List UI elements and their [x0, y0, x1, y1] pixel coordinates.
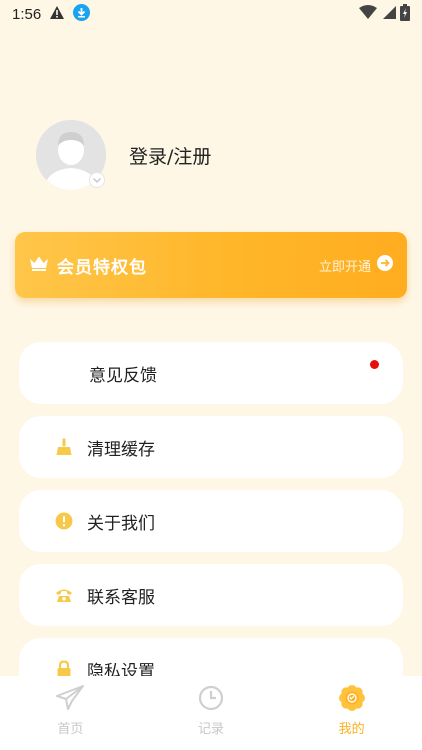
menu-item-contact-support[interactable]: 联系客服 — [19, 564, 403, 626]
download-icon — [73, 3, 91, 25]
vip-activate-label: 立即开通 — [318, 259, 371, 275]
crown-icon — [29, 255, 49, 275]
status-time: 1:56 — [12, 5, 42, 23]
clock-icon — [197, 684, 225, 716]
vip-privilege-card[interactable]: 会员特权包 立即开通 — [15, 232, 407, 298]
info-alert-icon — [55, 512, 73, 530]
menu-item-label: 关于我们 — [87, 513, 155, 534]
menu-item-about-us[interactable]: 关于我们 — [19, 490, 403, 552]
avatar-edit-badge-icon — [89, 172, 105, 188]
vip-title: 会员特权包 — [57, 257, 147, 278]
arrow-right-circle-icon — [377, 255, 393, 275]
status-bar: 1:56 — [0, 0, 422, 28]
menu-item-feedback[interactable]: 意见反馈 — [19, 342, 403, 404]
signal-icon — [381, 5, 396, 24]
flower-icon — [338, 684, 366, 716]
vip-activate-button[interactable]: 立即开通 — [319, 255, 393, 275]
bottom-tab-bar: 首页 记录 我的 — [0, 676, 422, 750]
notification-dot — [370, 360, 379, 369]
phone-icon — [55, 586, 73, 604]
broom-icon — [55, 438, 73, 456]
menu-item-label: 意见反馈 — [89, 365, 157, 386]
wifi-icon — [359, 4, 377, 24]
tab-records[interactable]: 记录 — [171, 684, 251, 737]
menu-item-label: 清理缓存 — [87, 439, 155, 460]
tab-home[interactable]: 首页 — [30, 684, 110, 737]
battery-icon — [400, 3, 410, 25]
tab-mine[interactable]: 我的 — [312, 684, 392, 737]
tab-label: 我的 — [338, 721, 365, 737]
login-register-link[interactable]: 登录/注册 — [129, 142, 211, 169]
tab-label: 首页 — [57, 721, 84, 737]
warning-icon — [49, 5, 65, 24]
menu-item-label: 联系客服 — [87, 587, 155, 608]
menu-item-clear-cache[interactable]: 清理缓存 — [19, 416, 403, 478]
tab-label: 记录 — [197, 721, 224, 737]
paper-plane-icon — [55, 684, 85, 716]
